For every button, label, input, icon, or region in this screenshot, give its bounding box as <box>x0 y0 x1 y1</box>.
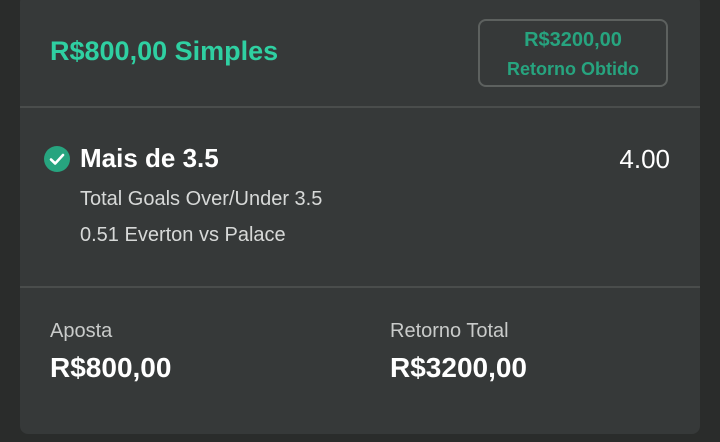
bet-summary: Aposta R$800,00 Retorno Total R$3200,00 <box>20 288 700 434</box>
selection-name: Mais de 3.5 <box>80 143 219 173</box>
bet-card: R$800,00 Simples R$3200,00 Retorno Obtid… <box>20 0 700 434</box>
check-circle-icon <box>44 146 70 172</box>
bet-header: R$800,00 Simples R$3200,00 Retorno Obtid… <box>20 0 700 108</box>
cashout-label: Retorno Obtido <box>507 59 639 79</box>
market-name: Total Goals Over/Under 3.5 <box>80 188 323 210</box>
stake-label: Aposta <box>50 320 113 342</box>
selection-row: Mais de 3.5 4.00 Total Goals Over/Under … <box>20 108 700 288</box>
total-return-value: R$3200,00 <box>390 352 528 383</box>
selection-odds: 4.00 <box>619 144 670 174</box>
cashout-amount: R$3200,00 <box>524 29 622 51</box>
event-name: 0.51 Everton vs Palace <box>80 224 286 246</box>
bet-title: R$800,00 Simples <box>50 36 279 66</box>
total-return-label: Retorno Total <box>390 320 509 342</box>
cashout-badge[interactable]: R$3200,00 Retorno Obtido <box>478 19 668 87</box>
stake-value: R$800,00 <box>50 352 172 383</box>
